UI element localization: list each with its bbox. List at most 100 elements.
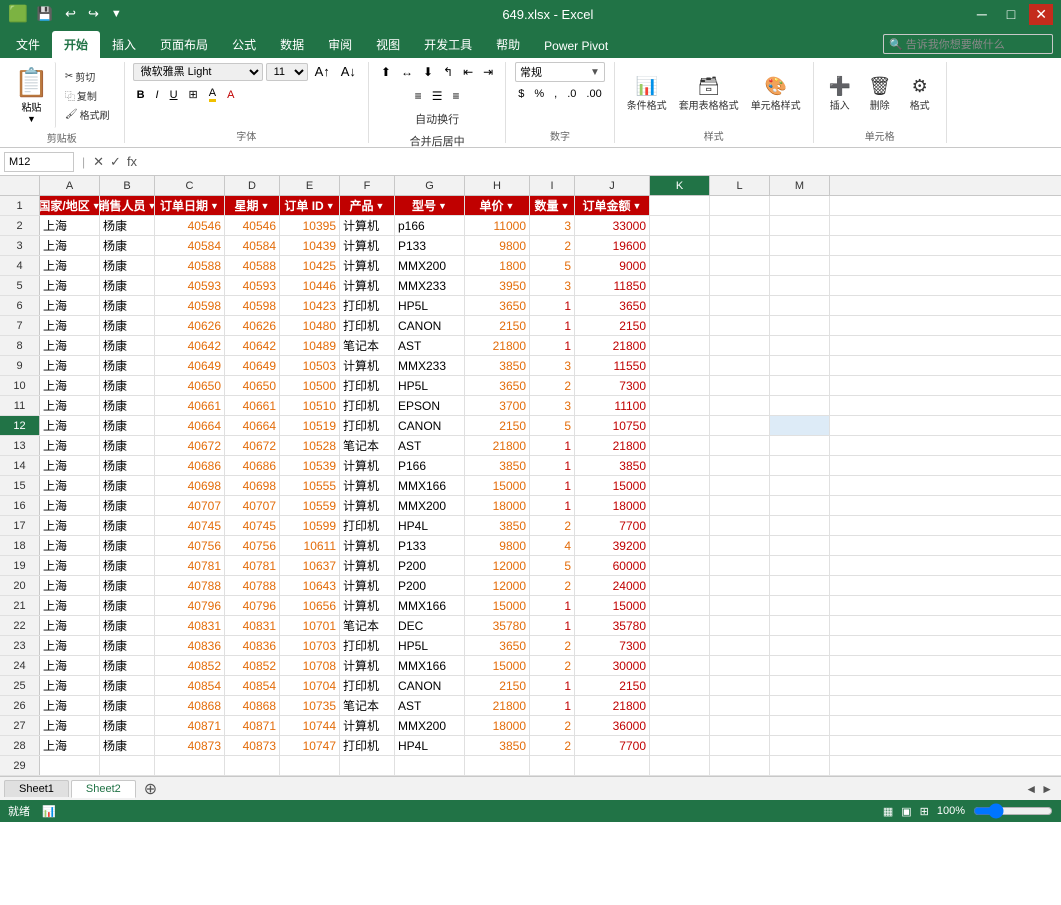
cell-D21[interactable]: 40796 <box>225 596 280 615</box>
cell-J26[interactable]: 21800 <box>575 696 650 715</box>
cell-F21[interactable]: 计算机 <box>340 596 395 615</box>
cell-B10[interactable]: 杨康 <box>100 376 155 395</box>
cell-F10[interactable]: 打印机 <box>340 376 395 395</box>
row-num-7[interactable]: 7 <box>0 316 40 335</box>
cell-I26[interactable]: 1 <box>530 696 575 715</box>
cell-H1[interactable]: 单价 ▼ <box>465 196 530 215</box>
cell-I1[interactable]: 数量 ▼ <box>530 196 575 215</box>
cell-M21[interactable] <box>770 596 830 615</box>
cell-B6[interactable]: 杨康 <box>100 296 155 315</box>
cell-H22[interactable]: 35780 <box>465 616 530 635</box>
cell-K15[interactable] <box>650 476 710 495</box>
cell-H23[interactable]: 3650 <box>465 636 530 655</box>
cell-F19[interactable]: 计算机 <box>340 556 395 575</box>
cell-M20[interactable] <box>770 576 830 595</box>
cell-E25[interactable]: 10704 <box>280 676 340 695</box>
cell-G24[interactable]: MMX166 <box>395 656 465 675</box>
cancel-formula-icon[interactable]: ✕ <box>93 154 104 170</box>
cell-H29[interactable] <box>465 756 530 775</box>
cell-C15[interactable]: 40698 <box>155 476 225 495</box>
cell-A22[interactable]: 上海 <box>40 616 100 635</box>
cell-A13[interactable]: 上海 <box>40 436 100 455</box>
cell-C21[interactable]: 40796 <box>155 596 225 615</box>
col-header-D[interactable]: D <box>225 176 280 195</box>
cell-L13[interactable] <box>710 436 770 455</box>
cell-E6[interactable]: 10423 <box>280 296 340 315</box>
cell-C29[interactable] <box>155 756 225 775</box>
row-num-29[interactable]: 29 <box>0 756 40 775</box>
cell-B18[interactable]: 杨康 <box>100 536 155 555</box>
cell-D13[interactable]: 40672 <box>225 436 280 455</box>
cell-D14[interactable]: 40686 <box>225 456 280 475</box>
cell-I20[interactable]: 2 <box>530 576 575 595</box>
cell-L22[interactable] <box>710 616 770 635</box>
format-btn[interactable]: ⚙ 格式 <box>902 74 938 114</box>
cell-B1[interactable]: 销售人员 ▼ <box>100 196 155 215</box>
cell-J24[interactable]: 30000 <box>575 656 650 675</box>
cell-G10[interactable]: HP5L <box>395 376 465 395</box>
underline-button[interactable]: U <box>166 87 182 103</box>
cell-I25[interactable]: 1 <box>530 676 575 695</box>
cell-C2[interactable]: 40546 <box>155 216 225 235</box>
cell-F9[interactable]: 计算机 <box>340 356 395 375</box>
col-header-F[interactable]: F <box>340 176 395 195</box>
col-header-C[interactable]: C <box>155 176 225 195</box>
cell-M9[interactable] <box>770 356 830 375</box>
cell-C12[interactable]: 40664 <box>155 416 225 435</box>
cell-A14[interactable]: 上海 <box>40 456 100 475</box>
cell-B25[interactable]: 杨康 <box>100 676 155 695</box>
cell-F16[interactable]: 计算机 <box>340 496 395 515</box>
cell-F28[interactable]: 打印机 <box>340 736 395 755</box>
cell-C22[interactable]: 40831 <box>155 616 225 635</box>
row-num-14[interactable]: 14 <box>0 456 40 475</box>
cell-A11[interactable]: 上海 <box>40 396 100 415</box>
col-header-K[interactable]: K <box>650 176 710 195</box>
cell-I17[interactable]: 2 <box>530 516 575 535</box>
cell-I22[interactable]: 1 <box>530 616 575 635</box>
paste-button[interactable]: 📋 粘贴 ▼ <box>8 62 56 128</box>
cell-K18[interactable] <box>650 536 710 555</box>
confirm-formula-icon[interactable]: ✓ <box>110 154 121 170</box>
cell-H16[interactable]: 18000 <box>465 496 530 515</box>
cell-M12[interactable] <box>770 416 830 435</box>
cell-J9[interactable]: 11550 <box>575 356 650 375</box>
cell-C27[interactable]: 40871 <box>155 716 225 735</box>
cell-M7[interactable] <box>770 316 830 335</box>
font-name-select[interactable]: 微软雅黑 Light <box>133 63 263 81</box>
cell-I12[interactable]: 5 <box>530 416 575 435</box>
filter-arrow-E[interactable]: ▼ <box>326 201 335 211</box>
cell-E10[interactable]: 10500 <box>280 376 340 395</box>
cell-J10[interactable]: 7300 <box>575 376 650 395</box>
row-num-17[interactable]: 17 <box>0 516 40 535</box>
cell-A16[interactable]: 上海 <box>40 496 100 515</box>
cell-D11[interactable]: 40661 <box>225 396 280 415</box>
cell-D7[interactable]: 40626 <box>225 316 280 335</box>
cell-F25[interactable]: 打印机 <box>340 676 395 695</box>
text-direction-btn[interactable]: ↰ <box>439 62 457 82</box>
cell-J2[interactable]: 33000 <box>575 216 650 235</box>
cell-C18[interactable]: 40756 <box>155 536 225 555</box>
cell-H20[interactable]: 12000 <box>465 576 530 595</box>
cell-M18[interactable] <box>770 536 830 555</box>
cell-J23[interactable]: 7300 <box>575 636 650 655</box>
cell-F26[interactable]: 笔记本 <box>340 696 395 715</box>
cell-G25[interactable]: CANON <box>395 676 465 695</box>
cell-K14[interactable] <box>650 456 710 475</box>
fill-color-button[interactable]: A <box>205 85 220 104</box>
cell-B11[interactable]: 杨康 <box>100 396 155 415</box>
close-button[interactable]: ✕ <box>1029 4 1053 25</box>
cell-H21[interactable]: 15000 <box>465 596 530 615</box>
cell-J11[interactable]: 11100 <box>575 396 650 415</box>
filter-arrow-G[interactable]: ▼ <box>438 201 447 211</box>
sheet-tab-1[interactable]: Sheet1 <box>4 780 69 797</box>
cell-G21[interactable]: MMX166 <box>395 596 465 615</box>
cell-F27[interactable]: 计算机 <box>340 716 395 735</box>
filter-arrow-D[interactable]: ▼ <box>261 201 270 211</box>
cell-M3[interactable] <box>770 236 830 255</box>
cell-D12[interactable]: 40664 <box>225 416 280 435</box>
cell-A26[interactable]: 上海 <box>40 696 100 715</box>
cell-H28[interactable]: 3850 <box>465 736 530 755</box>
cell-M26[interactable] <box>770 696 830 715</box>
cell-I19[interactable]: 5 <box>530 556 575 575</box>
cell-A1[interactable]: 国家/地区 ▼ <box>40 196 100 215</box>
